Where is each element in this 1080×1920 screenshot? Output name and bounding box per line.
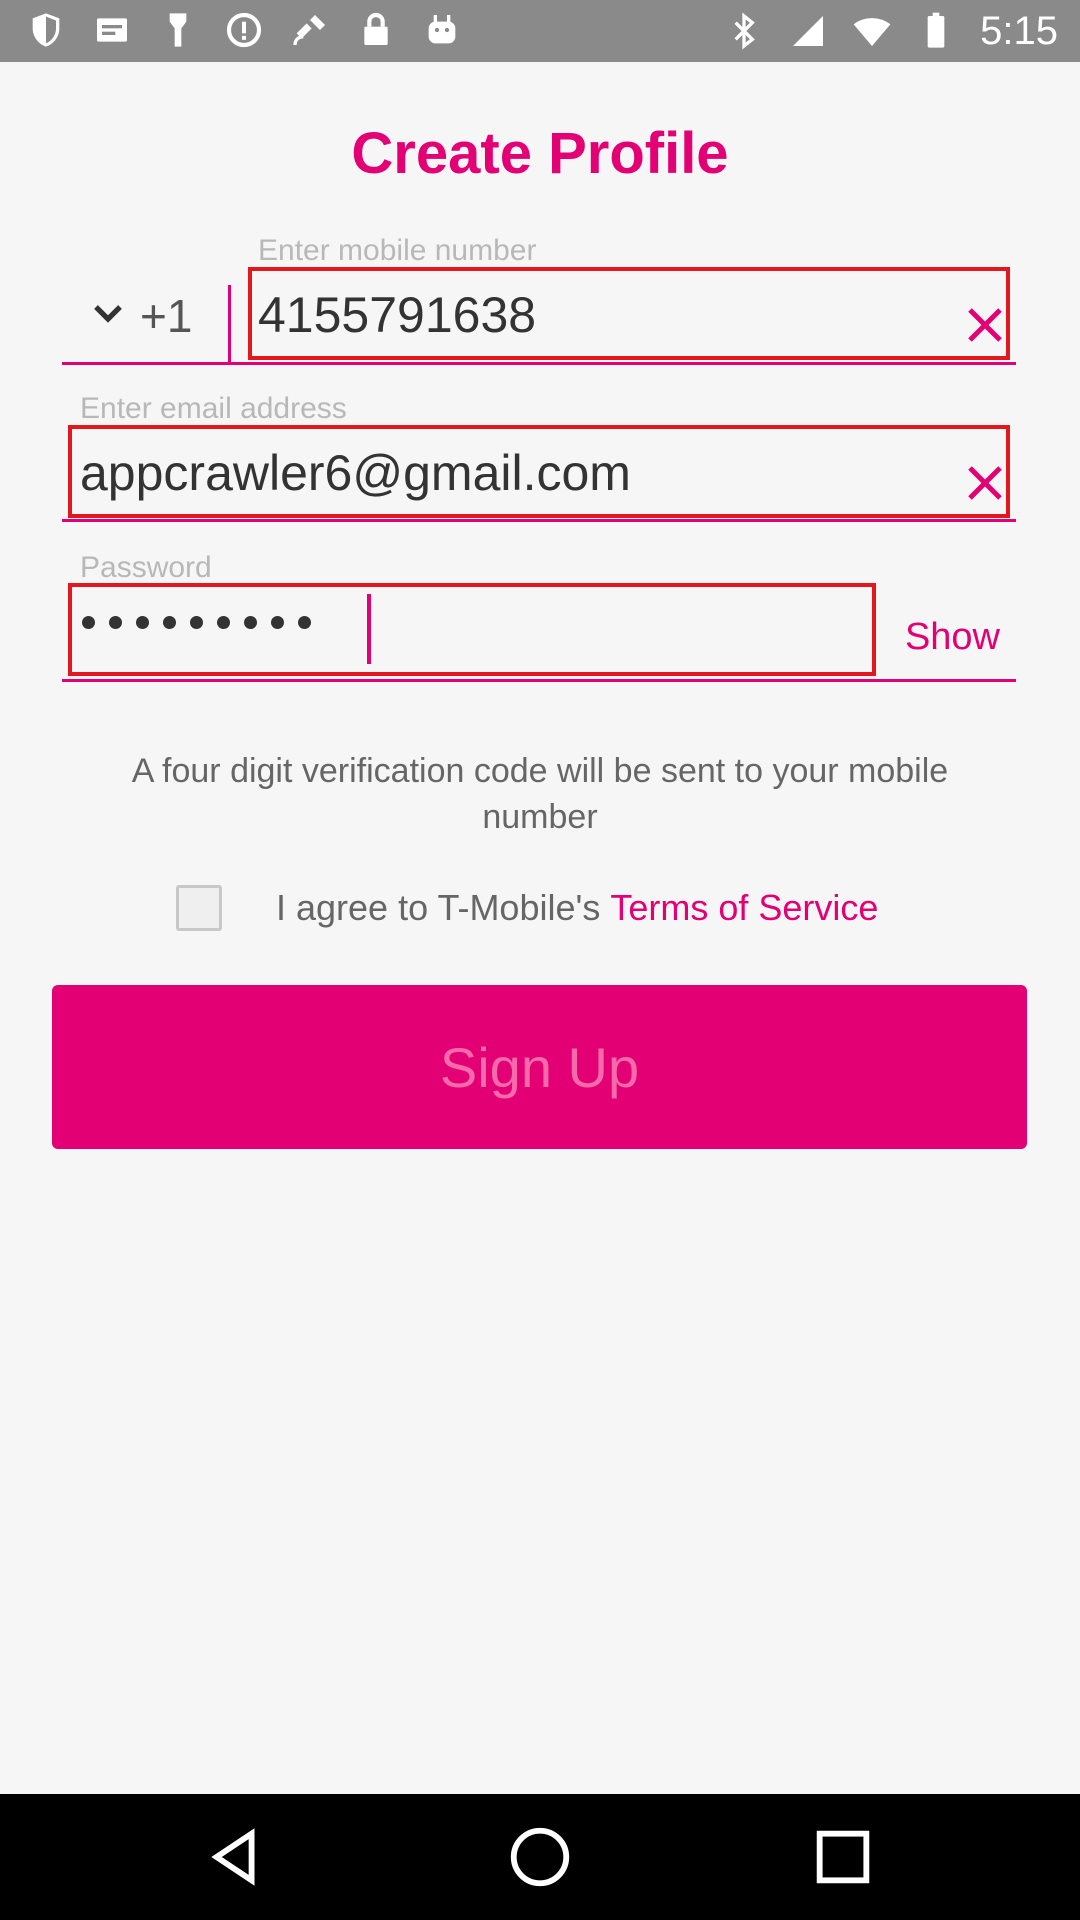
home-icon[interactable] xyxy=(505,1822,575,1892)
battery-icon xyxy=(927,12,945,48)
status-time: 5:15 xyxy=(980,9,1058,53)
navigation-bar xyxy=(0,1794,1080,1920)
satellite-fake-gps-icon xyxy=(293,15,325,46)
clear-email-icon[interactable] xyxy=(965,463,1005,503)
status-left-icons xyxy=(26,10,462,50)
info-circle-icon xyxy=(226,12,262,48)
chevron-down-icon xyxy=(94,305,122,323)
phone-value: 4155791638 xyxy=(258,287,537,343)
wifi-icon xyxy=(853,18,891,46)
clear-phone-icon[interactable] xyxy=(965,305,1005,345)
flashlight-icon xyxy=(169,13,187,47)
phone-label: Enter mobile number xyxy=(258,234,537,267)
signal-icon xyxy=(793,16,824,46)
page-title: Create Profile xyxy=(351,121,729,186)
android-icon xyxy=(428,15,456,44)
agree-text: I agree to T-Mobile's xyxy=(276,887,601,928)
sign-up-label: Sign Up xyxy=(439,1035,640,1099)
back-icon[interactable] xyxy=(202,1822,272,1892)
status-bar: 5:15 xyxy=(0,0,1080,62)
country-code-value: +1 xyxy=(140,290,193,342)
verification-info-text: A four digit verification code will be s… xyxy=(131,752,949,836)
bluetooth-icon xyxy=(734,12,755,50)
terms-agreement-row: I agree to T-Mobile's Terms of Service xyxy=(176,883,878,933)
status-right-icons: 5:15 xyxy=(724,8,1058,54)
show-password-button[interactable]: Show xyxy=(905,616,1000,659)
shield-icon xyxy=(32,13,60,47)
message-icon xyxy=(97,18,127,42)
country-code-selector[interactable]: +1 xyxy=(62,265,228,365)
recents-icon[interactable] xyxy=(808,1822,878,1892)
terms-of-service-link[interactable]: Terms of Service xyxy=(610,887,878,929)
password-input[interactable] xyxy=(68,583,876,676)
email-value: appcrawler6@gmail.com xyxy=(80,445,631,501)
phone-underline xyxy=(228,362,1016,365)
lock-icon xyxy=(364,12,388,45)
sign-up-button[interactable]: Sign Up xyxy=(52,985,1027,1149)
country-code-divider xyxy=(228,285,231,365)
terms-checkbox[interactable] xyxy=(176,885,222,931)
